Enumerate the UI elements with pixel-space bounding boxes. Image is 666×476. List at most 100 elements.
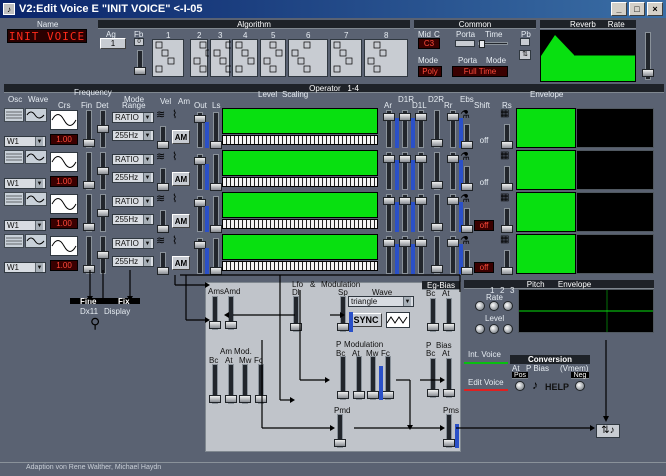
vel-curve-icon[interactable]: ≋ bbox=[156, 234, 170, 250]
rs-fader[interactable] bbox=[501, 166, 513, 191]
pitch-level2-knob[interactable] bbox=[489, 324, 499, 334]
am-curve-icon[interactable]: ⌇ bbox=[172, 150, 190, 164]
level-scaling-display[interactable] bbox=[222, 234, 378, 260]
dl-fader[interactable] bbox=[290, 296, 302, 332]
out-fader[interactable] bbox=[194, 238, 206, 274]
voice-mode-display[interactable]: Poly bbox=[418, 66, 442, 77]
conv-pos-knob[interactable] bbox=[515, 381, 525, 391]
wave-select[interactable]: W1 ▼ bbox=[4, 136, 46, 147]
am-bc-fader[interactable] bbox=[209, 364, 221, 404]
d2r-fader[interactable] bbox=[431, 236, 443, 274]
ebs-flask-icon[interactable]: ⚗ bbox=[460, 192, 472, 206]
algorithm-option-6[interactable] bbox=[288, 39, 328, 77]
d1r-fader[interactable] bbox=[399, 194, 411, 232]
envelope-display-green[interactable] bbox=[516, 108, 576, 148]
keyboard-strip[interactable] bbox=[222, 261, 378, 271]
shift-display[interactable]: off bbox=[474, 178, 494, 189]
det-fader[interactable] bbox=[97, 152, 109, 190]
conv-neg-knob[interactable] bbox=[575, 381, 585, 391]
level-scaling-display[interactable] bbox=[222, 150, 378, 176]
keyboard-strip[interactable] bbox=[222, 177, 378, 187]
det-fader[interactable] bbox=[97, 236, 109, 274]
crs-display[interactable]: 1.00 bbox=[50, 218, 78, 229]
mode-select[interactable]: RATIO ▼ bbox=[112, 112, 154, 123]
shift-display[interactable]: off bbox=[474, 220, 494, 231]
am-at-fader[interactable] bbox=[225, 364, 237, 404]
rr-fader[interactable] bbox=[447, 152, 459, 190]
level-scaling-display[interactable] bbox=[222, 108, 378, 134]
voice-name-display[interactable]: INIT VOICE bbox=[7, 29, 87, 43]
keyboard-strip[interactable] bbox=[222, 135, 378, 145]
rs-icon[interactable]: ▦ bbox=[500, 150, 514, 164]
pbias-at-fader[interactable] bbox=[443, 358, 455, 398]
rs-icon[interactable]: ▦ bbox=[500, 192, 514, 206]
d1l-fader[interactable] bbox=[415, 194, 427, 232]
ams-fader[interactable] bbox=[209, 296, 221, 330]
am-fc-fader[interactable] bbox=[255, 364, 267, 404]
am-curve-icon[interactable]: ⌇ bbox=[172, 108, 190, 122]
wave-select[interactable]: W1 ▼ bbox=[4, 262, 46, 273]
p-mw-fader[interactable] bbox=[367, 356, 379, 400]
porta-switch[interactable] bbox=[455, 40, 475, 47]
shift-display[interactable]: off bbox=[474, 136, 494, 147]
am-button[interactable]: AM bbox=[172, 256, 190, 270]
am-curve-icon[interactable]: ⌇ bbox=[172, 234, 190, 248]
reverb-rate-fader[interactable] bbox=[642, 32, 654, 80]
mode-select[interactable]: RATIO ▼ bbox=[112, 196, 154, 207]
algorithm-option-8[interactable] bbox=[364, 39, 408, 77]
d2r-fader[interactable] bbox=[431, 152, 443, 190]
envelope-display-green[interactable] bbox=[516, 150, 576, 190]
porta-mode-display[interactable]: Full Time bbox=[452, 66, 508, 77]
display-toggle-icon[interactable]: ⚲ bbox=[90, 316, 104, 332]
d1r-fader[interactable] bbox=[399, 152, 411, 190]
am-curve-icon[interactable]: ⌇ bbox=[172, 192, 190, 206]
rs-fader[interactable] bbox=[501, 124, 513, 149]
sp-fader[interactable] bbox=[337, 296, 349, 332]
p-fc-fader[interactable] bbox=[382, 356, 394, 400]
close-button[interactable]: × bbox=[647, 2, 663, 16]
pitch-rate2-knob[interactable] bbox=[489, 301, 499, 311]
d1l-fader[interactable] bbox=[415, 236, 427, 274]
out-fader[interactable] bbox=[194, 196, 206, 232]
algorithm-option-2[interactable] bbox=[190, 39, 213, 77]
vel-fader[interactable] bbox=[157, 126, 169, 149]
pitch-level1-knob[interactable] bbox=[475, 324, 485, 334]
d1r-fader[interactable] bbox=[399, 110, 411, 148]
help-button[interactable]: HELP bbox=[545, 382, 569, 392]
envelope-display-tail[interactable] bbox=[576, 192, 654, 232]
pitch-rate3-knob[interactable] bbox=[503, 301, 513, 311]
out-fader[interactable] bbox=[194, 154, 206, 190]
envelope-display-tail[interactable] bbox=[576, 108, 654, 148]
rr-fader[interactable] bbox=[447, 194, 459, 232]
pms-fader[interactable] bbox=[443, 414, 455, 448]
fin-fader[interactable] bbox=[83, 152, 95, 190]
range-select[interactable]: 255Hz ▼ bbox=[112, 256, 154, 267]
sync-button[interactable]: SYNC bbox=[350, 313, 382, 327]
help-icon[interactable]: ♪ bbox=[532, 379, 544, 393]
amd-fader[interactable] bbox=[225, 296, 237, 330]
vel-curve-icon[interactable]: ≋ bbox=[156, 192, 170, 208]
d1l-fader[interactable] bbox=[415, 110, 427, 148]
ar-fader[interactable] bbox=[383, 194, 395, 232]
wave-select[interactable]: W1 ▼ bbox=[4, 220, 46, 231]
vel-fader[interactable] bbox=[157, 252, 169, 275]
mode-select[interactable]: RATIO ▼ bbox=[112, 238, 154, 249]
envelope-display-green[interactable] bbox=[516, 234, 576, 274]
am-button[interactable]: AM bbox=[172, 130, 190, 144]
vel-curve-icon[interactable]: ≋ bbox=[156, 150, 170, 166]
algorithm-option-5[interactable] bbox=[260, 39, 286, 77]
p-bc-fader[interactable] bbox=[337, 356, 349, 400]
d2r-fader[interactable] bbox=[431, 110, 443, 148]
ls-fader[interactable] bbox=[210, 196, 222, 233]
ebs-flask-icon[interactable]: ⚗ bbox=[460, 150, 472, 164]
pitch-envelope-display[interactable] bbox=[518, 289, 654, 333]
rs-fader[interactable] bbox=[501, 250, 513, 275]
output-node-icon[interactable]: ⇅♪ bbox=[596, 424, 620, 438]
ebs-fader[interactable] bbox=[461, 208, 473, 233]
d1l-fader[interactable] bbox=[415, 152, 427, 190]
det-fader[interactable] bbox=[97, 110, 109, 148]
porta-time-slider[interactable] bbox=[478, 40, 508, 48]
wave-select[interactable]: W1 ▼ bbox=[4, 178, 46, 189]
level-scaling-display[interactable] bbox=[222, 192, 378, 218]
fb-fader[interactable] bbox=[134, 50, 146, 75]
